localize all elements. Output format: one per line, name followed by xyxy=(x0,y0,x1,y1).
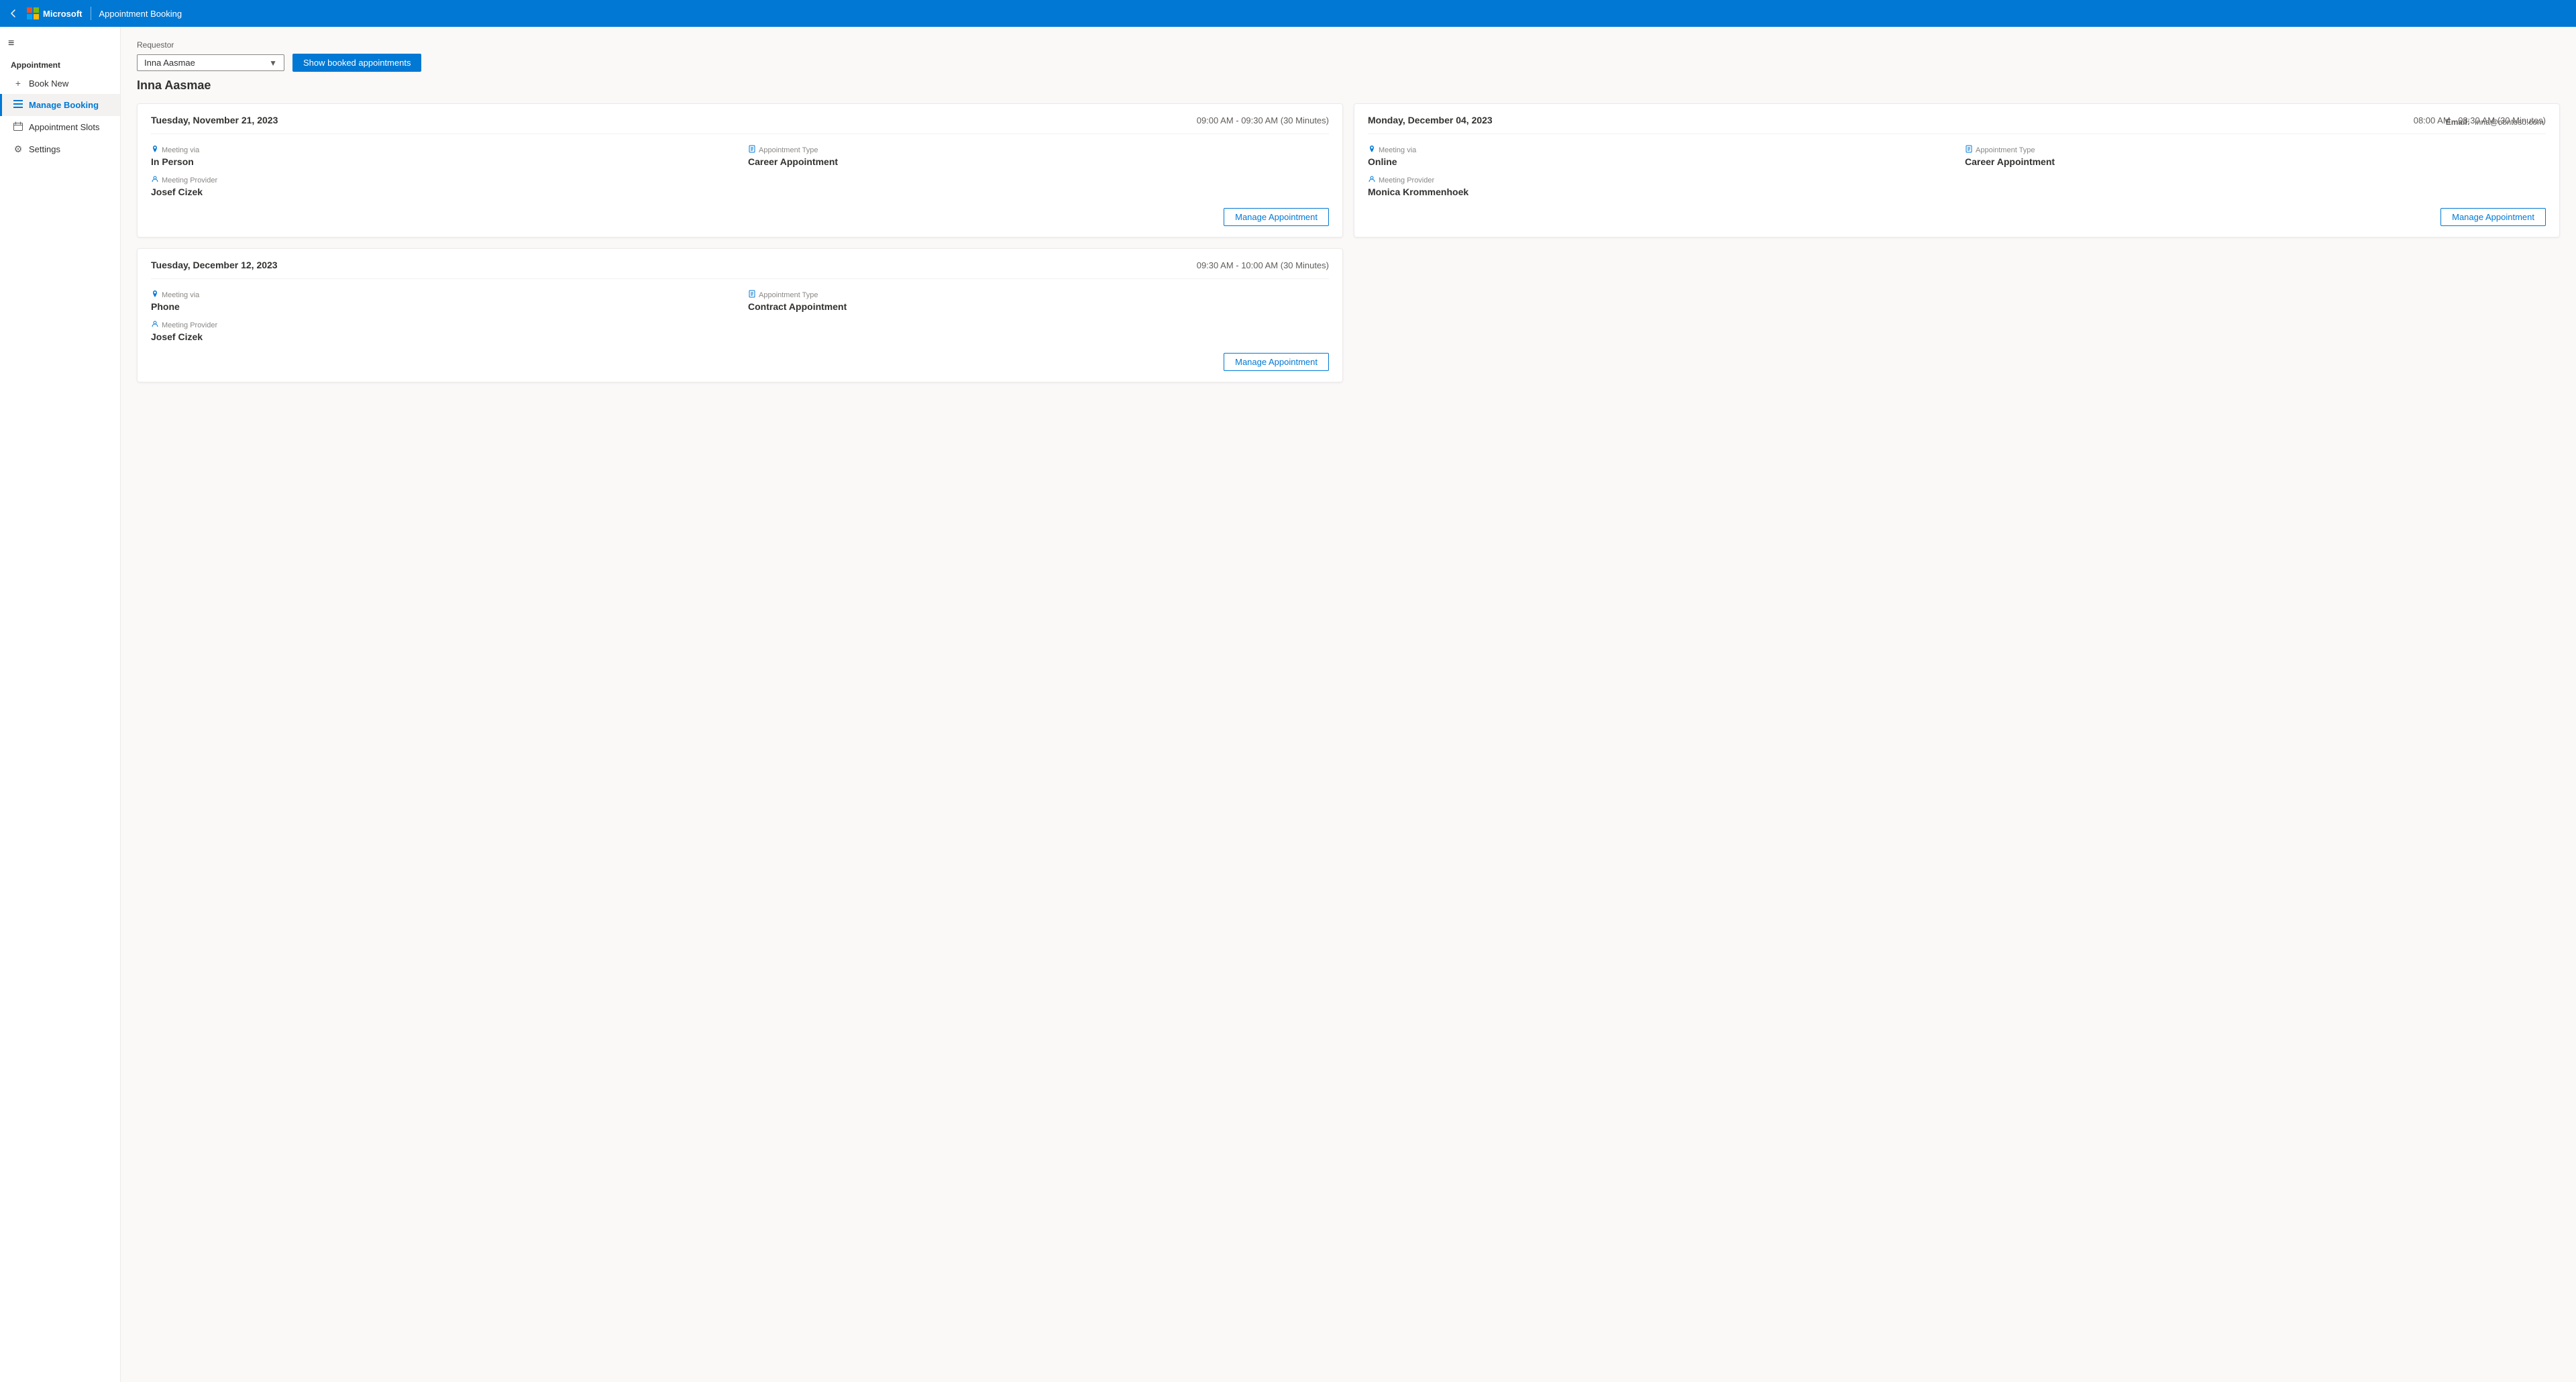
meeting-provider-label-2: Meeting Provider xyxy=(1368,175,1949,185)
person-icon xyxy=(1368,175,1376,185)
appointment-type-label-3: Appointment Type xyxy=(748,290,1329,300)
meeting-via-label-3: Meeting via xyxy=(151,290,732,300)
meeting-provider-field-1: Meeting Provider Josef Cizek xyxy=(151,175,732,197)
meeting-via-value-1: In Person xyxy=(151,156,732,167)
meeting-provider-label-3: Meeting Provider xyxy=(151,320,732,330)
card-fields-3: Meeting via Phone Appointment Type Contr… xyxy=(151,290,1329,342)
card-date-3: Tuesday, December 12, 2023 xyxy=(151,260,278,270)
main-content: Requestor Inna Aasmae ▼ Show booked appo… xyxy=(121,27,2576,1382)
appointment-type-value-2: Career Appointment xyxy=(1965,156,2546,167)
calendar-icon xyxy=(13,121,23,133)
card-fields-1: Meeting via In Person Appointment Type C… xyxy=(151,145,1329,197)
sidebar: ≡ Appointment + Book New Manage Booking xyxy=(0,27,121,1382)
location-icon xyxy=(151,145,159,155)
appointment-card-2: Monday, December 04, 2023 08:00 AM - 08:… xyxy=(1354,103,2560,237)
appointment-card-1: Tuesday, November 21, 2023 09:00 AM - 09… xyxy=(137,103,1343,237)
card-time-3: 09:30 AM - 10:00 AM (30 Minutes) xyxy=(1197,260,1329,270)
requestor-name: Inna Aasmae xyxy=(137,78,2560,93)
manage-appointment-button-2[interactable]: Manage Appointment xyxy=(2440,208,2546,226)
card-footer-2: Manage Appointment xyxy=(1368,208,2546,226)
meeting-provider-label-1: Meeting Provider xyxy=(151,175,732,185)
location-icon xyxy=(151,290,159,300)
meeting-provider-field-3: Meeting Provider Josef Cizek xyxy=(151,320,732,342)
appointments-grid: Tuesday, November 21, 2023 09:00 AM - 09… xyxy=(137,103,2560,382)
meeting-via-field-2: Meeting via Online xyxy=(1368,145,1949,167)
appointment-type-field-2: Appointment Type Career Appointment xyxy=(1965,145,2546,167)
location-icon xyxy=(1368,145,1376,155)
sidebar-item-manage-booking[interactable]: Manage Booking xyxy=(0,94,120,116)
sidebar-item-label: Manage Booking xyxy=(29,100,99,110)
requestor-select-value: Inna Aasmae xyxy=(144,58,195,68)
card-date-1: Tuesday, November 21, 2023 xyxy=(151,115,278,125)
requestor-email: Email: inna@contoso.com xyxy=(2446,117,2544,127)
person-icon xyxy=(151,320,159,330)
meeting-via-label-1: Meeting via xyxy=(151,145,732,155)
appointment-type-label-1: Appointment Type xyxy=(748,145,1329,155)
requestor-label: Requestor xyxy=(137,40,2560,50)
card-fields-2: Meeting via Online Appointment Type Care… xyxy=(1368,145,2546,197)
sidebar-item-appointment-slots[interactable]: Appointment Slots xyxy=(0,116,120,138)
meeting-via-field-1: Meeting via In Person xyxy=(151,145,732,167)
requestor-section: Requestor Inna Aasmae ▼ Show booked appo… xyxy=(137,40,2560,93)
meeting-via-value-3: Phone xyxy=(151,301,732,312)
ms-logo: Microsoft xyxy=(27,7,83,19)
sidebar-item-label: Book New xyxy=(29,78,68,89)
back-button[interactable] xyxy=(8,8,19,19)
appointment-type-value-3: Contract Appointment xyxy=(748,301,1329,312)
card-header-1: Tuesday, November 21, 2023 09:00 AM - 09… xyxy=(151,115,1329,134)
document-icon xyxy=(748,145,756,155)
requestor-dropdown[interactable]: Inna Aasmae ▼ xyxy=(137,54,284,71)
meeting-provider-value-3: Josef Cizek xyxy=(151,331,732,342)
email-value: inna@contoso.com xyxy=(2475,117,2544,127)
meeting-via-field-3: Meeting via Phone xyxy=(151,290,732,312)
sidebar-section-title: Appointment xyxy=(0,55,120,72)
appointment-type-field-3: Appointment Type Contract Appointment xyxy=(748,290,1329,312)
sidebar-item-book-new[interactable]: + Book New xyxy=(0,72,120,94)
appointment-type-field-1: Appointment Type Career Appointment xyxy=(748,145,1329,167)
sidebar-item-label: Appointment Slots xyxy=(29,122,100,132)
card-date-2: Monday, December 04, 2023 xyxy=(1368,115,1493,125)
appointment-type-value-1: Career Appointment xyxy=(748,156,1329,167)
sidebar-item-settings[interactable]: ⚙ Settings xyxy=(0,138,120,160)
brand-label: Microsoft xyxy=(43,9,83,19)
email-label: Email: xyxy=(2446,117,2470,127)
show-booked-button[interactable]: Show booked appointments xyxy=(292,54,421,72)
meeting-via-value-2: Online xyxy=(1368,156,1949,167)
list-icon xyxy=(13,99,23,111)
meeting-provider-value-2: Monica Krommenhoek xyxy=(1368,187,1949,197)
plus-icon: + xyxy=(13,78,23,89)
document-icon xyxy=(1965,145,1973,155)
meeting-via-label-2: Meeting via xyxy=(1368,145,1949,155)
main-layout: ≡ Appointment + Book New Manage Booking xyxy=(0,27,2576,1382)
manage-appointment-button-3[interactable]: Manage Appointment xyxy=(1224,353,1329,371)
card-footer-1: Manage Appointment xyxy=(151,208,1329,226)
manage-appointment-button-1[interactable]: Manage Appointment xyxy=(1224,208,1329,226)
hamburger-menu[interactable]: ≡ xyxy=(0,32,120,55)
appointment-type-label-2: Appointment Type xyxy=(1965,145,2546,155)
sidebar-item-label: Settings xyxy=(29,144,60,154)
meeting-provider-field-2: Meeting Provider Monica Krommenhoek xyxy=(1368,175,1949,197)
person-icon xyxy=(151,175,159,185)
chevron-down-icon: ▼ xyxy=(269,58,277,68)
card-footer-3: Manage Appointment xyxy=(151,353,1329,371)
topbar: Microsoft Appointment Booking xyxy=(0,0,2576,27)
app-title: Appointment Booking xyxy=(99,9,182,19)
card-header-2: Monday, December 04, 2023 08:00 AM - 08:… xyxy=(1368,115,2546,134)
gear-icon: ⚙ xyxy=(13,144,23,155)
requestor-row: Inna Aasmae ▼ Show booked appointments xyxy=(137,54,2560,72)
document-icon xyxy=(748,290,756,300)
card-time-1: 09:00 AM - 09:30 AM (30 Minutes) xyxy=(1197,115,1329,125)
card-header-3: Tuesday, December 12, 2023 09:30 AM - 10… xyxy=(151,260,1329,279)
appointment-card-3: Tuesday, December 12, 2023 09:30 AM - 10… xyxy=(137,248,1343,382)
meeting-provider-value-1: Josef Cizek xyxy=(151,187,732,197)
